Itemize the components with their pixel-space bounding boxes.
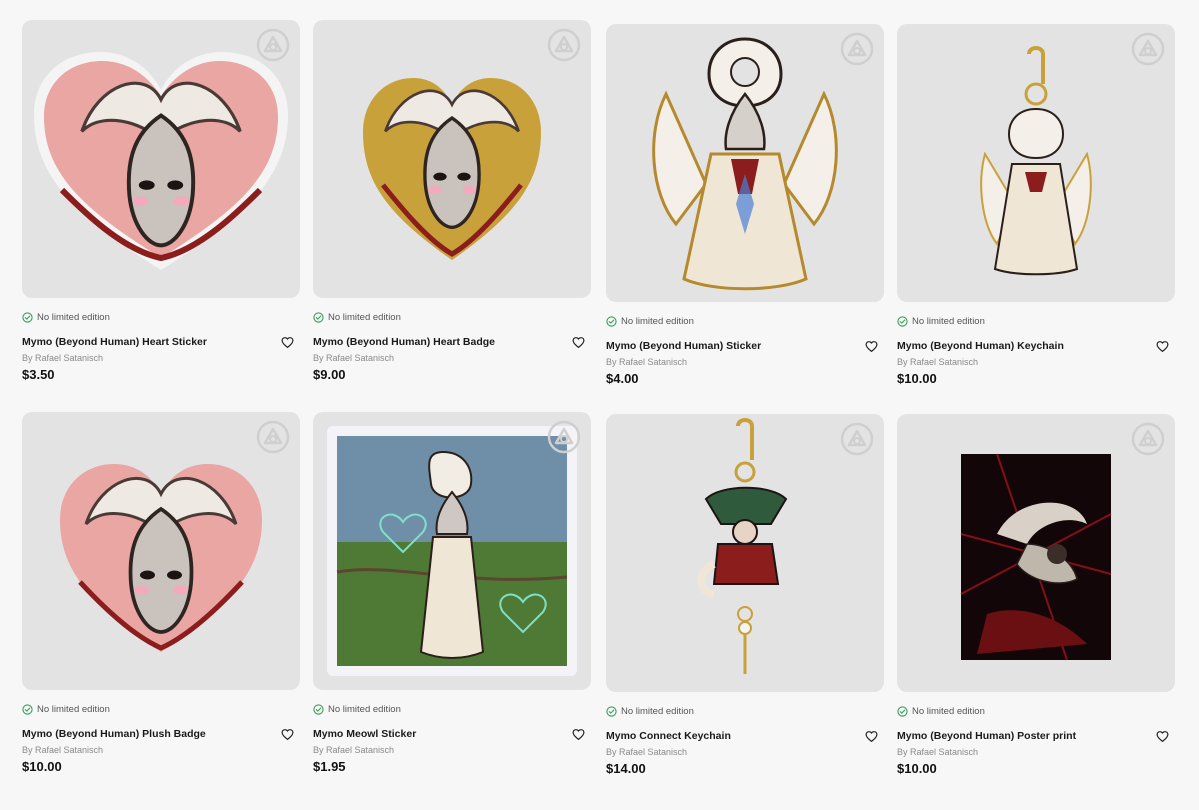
edition-text: No limited edition (37, 703, 110, 715)
brand-logo-icon (840, 422, 874, 456)
brand-logo-icon (256, 28, 290, 62)
artist-name[interactable]: By Rafael Satanisch (313, 353, 591, 363)
product-price: $10.00 (22, 759, 62, 774)
product-card[interactable]: No limited edition Mymo (Beyond Human) P… (22, 412, 300, 774)
product-price: $10.00 (897, 371, 937, 386)
edition-text: No limited edition (328, 703, 401, 715)
brand-logo-icon (840, 32, 874, 66)
product-title[interactable]: Mymo (Beyond Human) Sticker (606, 340, 884, 352)
edition-label: No limited edition (897, 314, 1175, 328)
artist-name[interactable]: By Rafael Satanisch (22, 353, 300, 363)
edition-text: No limited edition (621, 705, 694, 717)
favorite-heart-icon[interactable] (572, 728, 585, 741)
check-circle-icon (897, 316, 908, 327)
edition-text: No limited edition (328, 311, 401, 323)
artist-name[interactable]: By Rafael Satanisch (313, 745, 591, 755)
product-title[interactable]: Mymo (Beyond Human) Keychain (897, 340, 1175, 352)
product-image[interactable] (897, 24, 1175, 302)
brand-logo-icon (1131, 32, 1165, 66)
product-image[interactable] (606, 414, 884, 692)
product-title[interactable]: Mymo Connect Keychain (606, 730, 884, 742)
product-price: $3.50 (22, 367, 55, 382)
edition-label: No limited edition (313, 702, 591, 716)
favorite-heart-icon[interactable] (865, 730, 878, 743)
artist-name[interactable]: By Rafael Satanisch (606, 357, 884, 367)
product-card[interactable]: No limited edition Mymo (Beyond Human) S… (606, 24, 884, 386)
product-image[interactable] (313, 20, 591, 298)
brand-logo-icon (1131, 422, 1165, 456)
artist-name[interactable]: By Rafael Satanisch (22, 745, 300, 755)
brand-logo-icon (256, 420, 290, 454)
edition-text: No limited edition (912, 315, 985, 327)
edition-label: No limited edition (897, 704, 1175, 718)
edition-text: No limited edition (621, 315, 694, 327)
edition-label: No limited edition (22, 702, 300, 716)
product-card[interactable]: No limited edition Mymo (Beyond Human) K… (897, 24, 1175, 386)
product-price: $14.00 (606, 761, 646, 776)
favorite-heart-icon[interactable] (281, 336, 294, 349)
product-image[interactable] (606, 24, 884, 302)
favorite-heart-icon[interactable] (572, 336, 585, 349)
product-price: $9.00 (313, 367, 346, 382)
favorite-heart-icon[interactable] (865, 340, 878, 353)
edition-text: No limited edition (912, 705, 985, 717)
edition-label: No limited edition (606, 314, 884, 328)
product-title[interactable]: Mymo (Beyond Human) Heart Sticker (22, 336, 300, 348)
edition-label: No limited edition (313, 310, 591, 324)
artist-name[interactable]: By Rafael Satanisch (897, 747, 1175, 757)
check-circle-icon (313, 312, 324, 323)
check-circle-icon (897, 706, 908, 717)
product-image[interactable] (313, 412, 591, 690)
check-circle-icon (313, 704, 324, 715)
check-circle-icon (606, 316, 617, 327)
product-price: $4.00 (606, 371, 639, 386)
product-card[interactable]: No limited edition Mymo Connect Keychain… (606, 414, 884, 776)
product-image[interactable] (22, 412, 300, 690)
product-card[interactable]: No limited edition Mymo Meowl Sticker By… (313, 412, 591, 774)
product-image[interactable] (22, 20, 300, 298)
favorite-heart-icon[interactable] (1156, 730, 1169, 743)
artist-name[interactable]: By Rafael Satanisch (897, 357, 1175, 367)
product-image[interactable] (897, 414, 1175, 692)
product-title[interactable]: Mymo Meowl Sticker (313, 728, 591, 740)
product-card[interactable]: No limited edition Mymo (Beyond Human) H… (313, 20, 591, 382)
artist-name[interactable]: By Rafael Satanisch (606, 747, 884, 757)
check-circle-icon (22, 704, 33, 715)
favorite-heart-icon[interactable] (281, 728, 294, 741)
product-card[interactable]: No limited edition Mymo (Beyond Human) P… (897, 414, 1175, 776)
product-title[interactable]: Mymo (Beyond Human) Poster print (897, 730, 1175, 742)
edition-label: No limited edition (22, 310, 300, 324)
check-circle-icon (606, 706, 617, 717)
product-card[interactable]: No limited edition Mymo (Beyond Human) H… (22, 20, 300, 382)
favorite-heart-icon[interactable] (1156, 340, 1169, 353)
brand-logo-icon (547, 28, 581, 62)
edition-text: No limited edition (37, 311, 110, 323)
check-circle-icon (22, 312, 33, 323)
product-price: $10.00 (897, 761, 937, 776)
product-price: $1.95 (313, 759, 346, 774)
edition-label: No limited edition (606, 704, 884, 718)
product-title[interactable]: Mymo (Beyond Human) Plush Badge (22, 728, 300, 740)
product-title[interactable]: Mymo (Beyond Human) Heart Badge (313, 336, 591, 348)
brand-logo-icon (547, 420, 581, 454)
